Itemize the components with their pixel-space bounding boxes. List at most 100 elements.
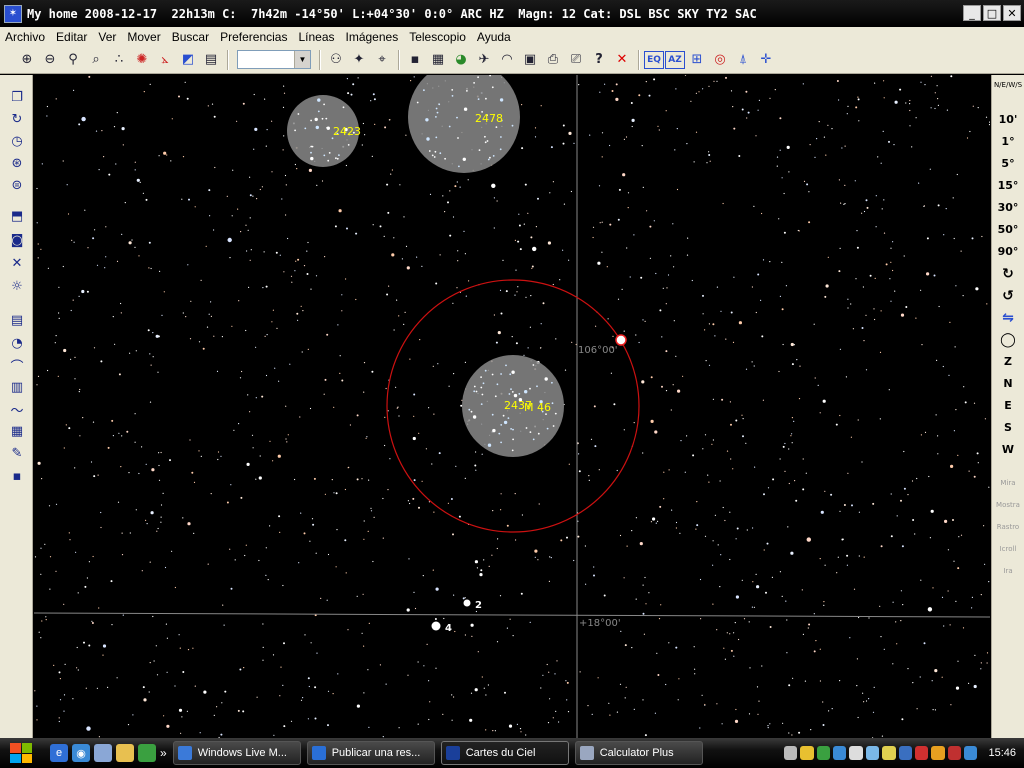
plugin-icon[interactable]: ▪: [7, 466, 27, 486]
messenger-icon[interactable]: [138, 744, 156, 762]
calendar-icon[interactable]: ▣: [519, 49, 541, 71]
north-button[interactable]: N: [992, 377, 1024, 390]
binoculars-icon[interactable]: ⚇: [325, 49, 347, 71]
dna-icon[interactable]: ✕: [7, 253, 27, 273]
volume-icon[interactable]: [947, 746, 962, 760]
browser-icon[interactable]: ◉: [72, 744, 90, 762]
east-button[interactable]: E: [992, 399, 1024, 412]
altaz-button[interactable]: AZ: [665, 50, 685, 69]
fov-5deg-button[interactable]: 5°: [992, 157, 1024, 170]
object-label-2478[interactable]: 2478: [475, 112, 503, 125]
fov-10min-button[interactable]: 10': [992, 113, 1024, 126]
display-icon[interactable]: [849, 746, 863, 760]
south-button[interactable]: S: [992, 421, 1024, 434]
faded-button-mostra[interactable]: Mostra: [992, 501, 1024, 509]
west-button[interactable]: W: [992, 443, 1024, 456]
constellation-icon[interactable]: ⍋: [732, 49, 754, 71]
star-4[interactable]: [431, 621, 441, 631]
rotate-ccw-icon[interactable]: ↺: [992, 288, 1024, 304]
refresh-icon[interactable]: ↻: [7, 109, 27, 129]
keyboard-icon[interactable]: [783, 746, 798, 760]
symbol-icon[interactable]: ∴: [108, 49, 130, 71]
planet-icon[interactable]: ✺: [131, 49, 153, 71]
layers-icon[interactable]: ▤: [7, 310, 27, 330]
print-icon[interactable]: ⎙: [542, 49, 564, 71]
app-icon[interactable]: ✶: [4, 4, 22, 23]
minimize-button[interactable]: _: [963, 5, 981, 21]
dss-icon[interactable]: ⬒: [7, 206, 27, 226]
ecliptic-icon[interactable]: ⊞: [686, 49, 708, 71]
zoom-in-icon[interactable]: ⊕: [16, 49, 38, 71]
task-publicar[interactable]: Publicar una res...: [306, 741, 435, 765]
menu-preferencias[interactable]: Preferencias: [215, 30, 293, 44]
circle-icon[interactable]: ◯: [992, 332, 1024, 348]
menu-mover[interactable]: Mover: [122, 30, 166, 44]
compass-icon[interactable]: ◔: [7, 333, 27, 353]
faded-button-mira[interactable]: Mira: [992, 479, 1024, 487]
task-cartes-du-ciel[interactable]: Cartes du Ciel: [440, 741, 569, 765]
fov-1deg-button[interactable]: 1°: [992, 135, 1024, 148]
help-icon[interactable]: ?: [588, 49, 610, 71]
equatorial-button[interactable]: EQ: [644, 50, 664, 69]
quick-launch-more[interactable]: »: [160, 746, 167, 760]
gradient-icon[interactable]: ◩: [177, 49, 199, 71]
globe-icon[interactable]: ◕: [450, 49, 472, 71]
menu-imagenes[interactable]: Imágenes: [341, 30, 405, 44]
menu-buscar[interactable]: Buscar: [167, 30, 215, 44]
menu-archivo[interactable]: Archivo: [0, 30, 51, 44]
clock-icon[interactable]: ◷: [7, 131, 27, 151]
zenith-button[interactable]: Z: [992, 355, 1024, 368]
menu-ver[interactable]: Ver: [93, 30, 122, 44]
fov-90deg-button[interactable]: 90°: [992, 245, 1024, 258]
ie-icon[interactable]: e: [50, 744, 68, 762]
copy-icon[interactable]: ❐: [7, 87, 27, 107]
fov-30deg-button[interactable]: 30°: [992, 201, 1024, 214]
antivirus-icon[interactable]: [898, 746, 912, 760]
find-star-icon[interactable]: ✦: [348, 49, 370, 71]
find-object-icon[interactable]: ⌖: [371, 49, 393, 71]
page-icon[interactable]: ▤: [200, 49, 222, 71]
list-icon[interactable]: ▦: [427, 49, 449, 71]
close-button[interactable]: ✕: [1003, 5, 1021, 21]
notes-icon[interactable]: [882, 746, 896, 760]
flip-icon[interactable]: ⇋: [992, 310, 1024, 326]
faded-button-ira[interactable]: Ira: [992, 567, 1024, 575]
flash-icon[interactable]: [914, 746, 929, 760]
gauge-icon[interactable]: ◠: [496, 49, 518, 71]
satellite-icon[interactable]: ✈: [473, 49, 495, 71]
camera-icon[interactable]: ◙: [7, 230, 27, 250]
zoom-window-icon[interactable]: ⚲: [62, 49, 84, 71]
object-label-2423[interactable]: 2423: [333, 125, 361, 138]
maximize-button[interactable]: □: [983, 5, 1001, 21]
print-setup-icon[interactable]: ⎚: [565, 49, 587, 71]
rotate-cw-icon[interactable]: ↻: [992, 266, 1024, 282]
bright-star[interactable]: [615, 334, 627, 346]
shield-icon[interactable]: [800, 746, 814, 760]
globe-grid-icon[interactable]: ⊛: [7, 153, 27, 173]
faded-button-rastro[interactable]: Rastro: [992, 523, 1024, 531]
star-2[interactable]: [463, 599, 471, 607]
sky-canvas[interactable]: 106°00' +18°00' 2423 2478 2437 M 46 2 4: [34, 75, 990, 738]
notes-icon[interactable]: ▦: [7, 421, 27, 441]
save-icon[interactable]: ▪: [404, 49, 426, 71]
object-label-m46[interactable]: M 46: [524, 401, 551, 414]
field-icon[interactable]: ✛: [755, 49, 777, 71]
task-windows-live[interactable]: Windows Live M...: [172, 741, 301, 765]
sync-icon[interactable]: [833, 746, 847, 760]
bulb-icon[interactable]: ☼: [7, 276, 27, 296]
line-icon[interactable]: ⦛: [154, 49, 176, 71]
network-icon[interactable]: [816, 746, 831, 760]
fov-50deg-button[interactable]: 50°: [992, 223, 1024, 236]
search-magnifier-icon[interactable]: ⌕: [85, 49, 107, 71]
start-button[interactable]: [0, 738, 42, 768]
wifi-icon[interactable]: [964, 746, 978, 760]
chevron-down-icon[interactable]: ▼: [294, 51, 310, 68]
chart-icon[interactable]: ▥: [7, 377, 27, 397]
tools-icon[interactable]: ✎: [7, 443, 27, 463]
task-calculator-plus[interactable]: Calculator Plus: [574, 741, 703, 765]
language-icon[interactable]: [931, 746, 945, 760]
fov-15deg-button[interactable]: 15°: [992, 179, 1024, 192]
close-icon[interactable]: ✕: [611, 49, 633, 71]
folder-icon[interactable]: [116, 744, 134, 762]
document-icon[interactable]: [94, 744, 112, 762]
